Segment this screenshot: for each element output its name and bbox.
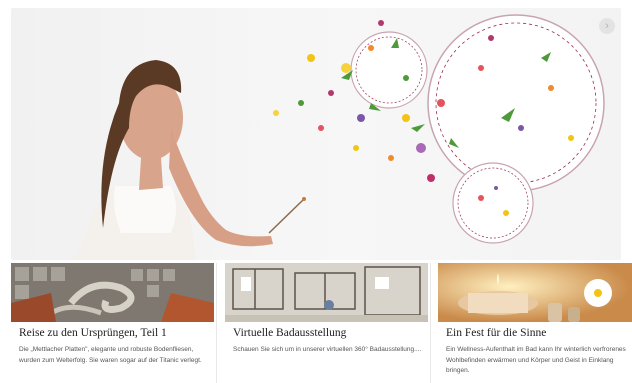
card-image-tiles <box>11 263 214 322</box>
plate-small-top <box>350 31 428 109</box>
teaser-card-tiles[interactable]: Reise zu den Ursprüngen, Teil 1 Die „Met… <box>11 263 214 383</box>
plate-large <box>427 14 605 192</box>
card-divider <box>216 263 217 383</box>
hero-illustration <box>71 14 605 260</box>
card-text: Ein Wellness-Aufenthalt im Bad kann Ihr … <box>446 346 626 374</box>
card-divider <box>430 263 431 383</box>
teaser-card-wellness[interactable]: Ein Fest für die Sinne Ein Wellness-Aufe… <box>438 263 632 383</box>
next-slide-button[interactable]: › <box>599 18 615 34</box>
card-text: Die „Mettlacher Platten", elegante und r… <box>19 346 202 364</box>
card-title[interactable]: Ein Fest für die Sinne <box>446 327 632 339</box>
card-image-bathroom <box>225 263 428 322</box>
teaser-cards: Reise zu den Ursprüngen, Teil 1 Die „Met… <box>11 263 632 383</box>
woman-figure <box>71 60 306 260</box>
plate-small-bottom <box>452 162 534 244</box>
card-text: Schauen Sie sich um in unserer virtuelle… <box>233 346 422 353</box>
card-title[interactable]: Reise zu den Ursprüngen, Teil 1 <box>19 327 214 339</box>
card-title[interactable]: Virtuelle Badausstellung <box>233 327 428 339</box>
card-image-wellness <box>438 263 632 322</box>
chevron-right-icon: › <box>605 20 609 32</box>
teaser-card-bathroom[interactable]: Virtuelle Badausstellung Schauen Sie sic… <box>225 263 428 383</box>
hero-banner[interactable]: › <box>11 8 621 260</box>
